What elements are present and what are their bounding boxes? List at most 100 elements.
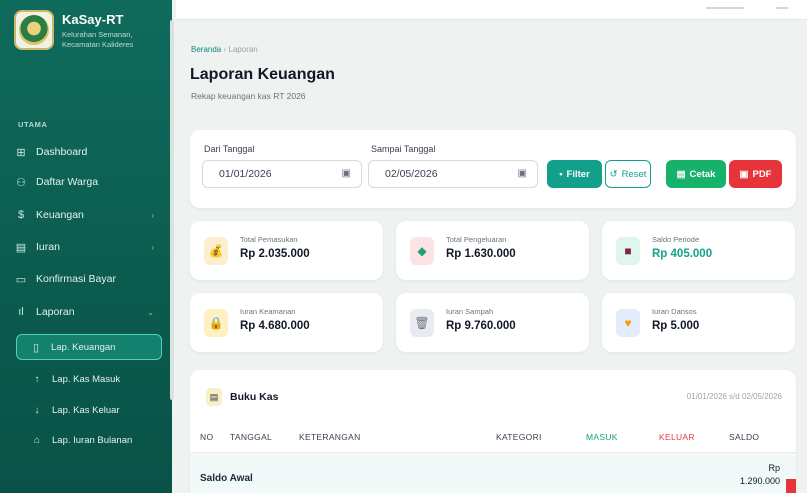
clipboard-icon: ▤ (206, 388, 222, 406)
home-icon: ⌂ (33, 434, 41, 446)
chevron-right-icon: › (151, 242, 154, 252)
document-icon: ▤ (15, 241, 27, 254)
stat-label: Iuran Dansos (652, 307, 697, 316)
sidebar-item-iuran[interactable]: ▤ Iuran › (14, 236, 160, 258)
pdf-icon: ▣ (739, 168, 749, 180)
calendar-icon[interactable]: ▣ (342, 161, 351, 187)
stat-value: Rp 5.000 (652, 320, 700, 332)
filter-button[interactable]: • Filter (547, 160, 602, 188)
column-header-kategori[interactable]: KATEGORI (496, 432, 542, 442)
pdf-button-label: PDF (752, 168, 772, 180)
pdf-button[interactable]: ▣ PDF (729, 160, 782, 188)
stat-card-total-pengeluaran: ◆ Total Pengeluaran Rp 1.630.000 (396, 221, 589, 280)
heart-icon: ♥ (616, 309, 640, 337)
stat-card-iuran-keamanan: 🔒 Iuran Keamanan Rp 4.680.000 (190, 293, 383, 352)
to-date-label: Sampai Tanggal (371, 144, 436, 154)
stat-card-iuran-sampah: 🗑 Iuran Sampah Rp 9.760.000 (396, 293, 589, 352)
stat-card-iuran-dansos: ♥ Iuran Dansos Rp 5.000 (602, 293, 795, 352)
arrow-down-icon: ↓ (34, 404, 40, 416)
stat-value: Rp 2.035.000 (240, 248, 310, 260)
sidebar-item-keuangan[interactable]: $ Keuangan › (14, 204, 160, 226)
table-row: Saldo Awal Rp 1.290.000 (190, 452, 796, 493)
app-subtitle: Kelurahan Semanan, Kecamatan Kalideres (62, 30, 134, 49)
lock-icon: 🔒 (204, 309, 228, 337)
topbar-control[interactable] (776, 7, 788, 9)
stat-card-saldo-periode: ■ Saldo Periode Rp 405.000 (602, 221, 795, 280)
sidebar-subitem-lap-kas-masuk[interactable]: ↑ Lap. Kas Masuk (30, 368, 160, 390)
stat-value: Rp 405.000 (652, 248, 713, 260)
chevron-right-icon: › (151, 210, 154, 220)
card-icon: ▭ (15, 273, 27, 286)
column-header-tanggal[interactable]: TANGGAL (230, 432, 272, 442)
stat-value: Rp 4.680.000 (240, 320, 310, 332)
sidebar-scrollbar[interactable] (170, 20, 174, 400)
opening-balance-label: Saldo Awal (200, 473, 253, 484)
from-date-input[interactable]: 01/01/2026 ▣ (202, 160, 362, 188)
dollar-icon: $ (17, 209, 25, 221)
stat-card-total-pemasukan: 💰 Total Pemasukan Rp 2.035.000 (190, 221, 383, 280)
to-date-value: 02/05/2026 (385, 168, 438, 180)
opening-balance-currency: Rp (768, 463, 780, 473)
column-header-saldo[interactable]: SALDO (729, 432, 759, 442)
column-header-no[interactable]: NO (200, 432, 213, 442)
stat-label: Total Pengeluaran (446, 235, 507, 244)
sidebar-item-daftar-warga[interactable]: ⚇ Daftar Warga (14, 171, 160, 193)
sidebar-section-label: UTAMA (18, 120, 48, 129)
arrow-up-icon: ↑ (34, 373, 40, 385)
calendar-icon[interactable]: ▣ (518, 161, 527, 187)
breadcrumb: Beranda › Laporan (191, 45, 258, 54)
print-button[interactable]: ▤ Cetak (666, 160, 726, 188)
ledger-date-range: 01/01/2026 s/d 02/05/2026 (686, 392, 782, 401)
sidebar-item-dashboard[interactable]: ⊞ Dashboard (14, 141, 160, 163)
column-header-keluar[interactable]: KELUAR (659, 432, 695, 442)
ledger-title: Buku Kas (230, 391, 279, 403)
file-icon: ▯ (32, 341, 40, 354)
filter-icon: • (559, 168, 563, 180)
from-date-value: 01/01/2026 (219, 168, 272, 180)
filter-button-label: Filter (566, 168, 590, 180)
reset-button-label: Reset (621, 168, 647, 180)
bar-chart-icon: ıl (18, 306, 24, 318)
reset-button[interactable]: ↺ Reset (605, 160, 651, 188)
column-header-masuk[interactable]: MASUK (586, 432, 618, 442)
sidebar-subitem-lap-keuangan[interactable]: ▯ Lap. Keuangan (16, 334, 162, 360)
sidebar-item-label: Lap. Iuran Bulanan (52, 434, 133, 446)
sidebar-item-label: Lap. Keuangan (51, 341, 116, 353)
breadcrumb-separator: › (223, 45, 227, 54)
stat-value: Rp 1.630.000 (446, 248, 516, 260)
trash-icon: 🗑 (410, 309, 434, 337)
stat-label: Saldo Periode (652, 235, 700, 244)
breadcrumb-home-link[interactable]: Beranda (191, 45, 221, 54)
opening-balance-value: 1.290.000 (739, 476, 780, 486)
breadcrumb-current: Laporan (228, 45, 258, 54)
sidebar-item-label: Lap. Kas Masuk (52, 373, 121, 385)
chevron-down-icon: ⌄ (147, 307, 154, 317)
sidebar-item-laporan[interactable]: ıl Laporan ⌄ (14, 301, 160, 323)
sidebar-item-label: Lap. Kas Keluar (52, 404, 120, 416)
topbar-control[interactable] (706, 7, 744, 9)
page-subtitle: Rekap keuangan kas RT 2026 (191, 91, 306, 101)
sidebar-subitem-lap-kas-keluar[interactable]: ↓ Lap. Kas Keluar (30, 399, 160, 421)
sidebar-item-label: Keuangan (36, 209, 84, 221)
column-header-keterangan[interactable]: KETERANGAN (299, 432, 361, 442)
sidebar-item-label: Daftar Warga (36, 176, 99, 188)
briefcase-icon: ■ (616, 237, 640, 265)
sidebar-item-konfirmasi-bayar[interactable]: ▭ Konfirmasi Bayar (14, 268, 160, 290)
money-out-icon: ◆ (410, 237, 434, 265)
money-bag-icon: 💰 (204, 237, 228, 265)
app-name: KaSay-RT (62, 12, 124, 27)
users-icon: ⚇ (16, 176, 26, 189)
refresh-icon: ↺ (609, 168, 618, 180)
to-date-input[interactable]: 02/05/2026 ▣ (368, 160, 538, 188)
stat-value: Rp 9.760.000 (446, 320, 516, 332)
corner-badge (786, 479, 796, 493)
sidebar-item-label: Laporan (36, 306, 75, 318)
sidebar-subitem-lap-iuran-bulanan[interactable]: ⌂ Lap. Iuran Bulanan (30, 429, 160, 451)
stat-label: Iuran Sampah (446, 307, 494, 316)
brand[interactable]: KaSay-RT Kelurahan Semanan, Kecamatan Ka… (14, 10, 150, 50)
ledger-panel: ▤ Buku Kas 01/01/2026 s/d 02/05/2026 NO … (190, 370, 796, 493)
page-title: Laporan Keuangan (190, 66, 335, 83)
sidebar-item-label: Konfirmasi Bayar (36, 273, 116, 285)
from-date-label: Dari Tanggal (204, 144, 255, 154)
grid-icon: ⊞ (16, 146, 26, 159)
